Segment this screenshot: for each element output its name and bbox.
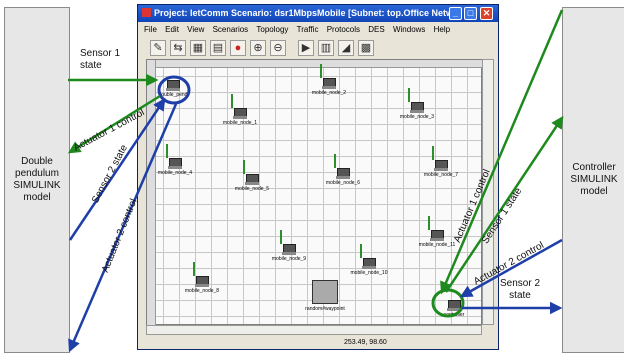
laptop-icon	[193, 262, 209, 287]
double-pendulum-label: Double pendulum SIMULINK model	[13, 156, 61, 203]
label-actuator-2-control-left: Actuator 2 control	[100, 197, 140, 275]
window-title: Project: letComm Scenario: dsr1MbpsMobil…	[154, 8, 461, 18]
node-label: mobile_node_9	[271, 256, 307, 262]
toolbar: ✎ ⇆ ▦ ▤ ● ⊕ ⊖ ▶ ▥ ◢ ▩	[138, 37, 498, 59]
check-links-icon[interactable]: ⇆	[170, 40, 186, 56]
mobile-node[interactable]: mobile_node_4	[150, 144, 200, 176]
status-bar: 253.49, 98.60	[138, 337, 498, 349]
laptop-icon	[166, 80, 180, 91]
node-label: mobile_node_10	[350, 270, 388, 276]
laptop-icon	[428, 216, 444, 241]
maximize-button[interactable]: □	[464, 7, 477, 20]
open-palette-icon[interactable]: ✎	[150, 40, 166, 56]
return-to-parent-icon[interactable]: ●	[230, 40, 246, 56]
node-label: mobile_node_4	[157, 170, 193, 176]
label-sensor-1-state-left: Sensor 1 state	[80, 48, 121, 71]
horizontal-ruler	[147, 60, 483, 68]
graph-icon[interactable]: ◢	[338, 40, 354, 56]
node-label: mobile_node_2	[311, 90, 347, 96]
laptop-icon	[231, 94, 247, 119]
laptop-icon	[334, 154, 350, 179]
double-pendulum-block: Double pendulum SIMULINK model	[4, 7, 70, 353]
mobile-node[interactable]: mobile_node_6	[318, 154, 368, 186]
vertical-ruler	[147, 60, 156, 326]
zoom-out-icon[interactable]: ⊖	[270, 40, 286, 56]
menu-traffic[interactable]: Traffic	[297, 25, 319, 34]
label-actuator-1-control-left: Actuator 1 control	[72, 107, 147, 154]
fail-node-icon[interactable]: ▦	[190, 40, 206, 56]
laptop-icon	[432, 146, 448, 171]
node-label: mobile_node_1	[222, 120, 258, 126]
menu-edit[interactable]: Edit	[165, 25, 179, 34]
node-label: mobile_node_8	[184, 288, 220, 294]
menu-windows[interactable]: Windows	[393, 25, 425, 34]
mobile-node[interactable]: mobile_node_8	[177, 262, 227, 294]
laptop-icon	[447, 300, 461, 311]
laptop-icon	[243, 160, 259, 185]
node-label: mobile_node_3	[399, 114, 435, 120]
node-label: mobile_node_6	[325, 180, 361, 186]
coordinate-readout: 253.49, 98.60	[344, 339, 387, 346]
menu-help[interactable]: Help	[434, 25, 450, 34]
window-title-bar[interactable]: Project: letComm Scenario: dsr1MbpsMobil…	[138, 5, 498, 22]
controller-label: Controller SIMULINK model	[570, 162, 618, 197]
menu-bar: File Edit View Scenarios Topology Traffi…	[138, 23, 498, 36]
random-waypoint-object[interactable]	[312, 280, 338, 304]
laptop-icon	[408, 88, 424, 113]
label-sensor-2-state-right: Sensor 2 state	[500, 278, 541, 301]
controller-node[interactable]: controller	[429, 300, 479, 318]
configure-simulation-icon[interactable]: ▶	[298, 40, 314, 56]
laptop-icon	[320, 64, 336, 89]
web-report-icon[interactable]: ▩	[358, 40, 374, 56]
minimize-button[interactable]: _	[449, 7, 462, 20]
close-button[interactable]: ✕	[480, 7, 493, 20]
topology-canvas[interactable]: mobile_node_2 mobile_node_3 mobile_node_…	[146, 59, 483, 326]
mobile-node[interactable]: mobile_node_7	[416, 146, 466, 178]
menu-view[interactable]: View	[187, 25, 204, 34]
node-label: mobile_node_11	[418, 242, 456, 248]
controller-block: Controller SIMULINK model	[562, 7, 624, 353]
random-waypoint-label: random#waypoint	[305, 306, 345, 312]
node-label: mobile_node_5	[234, 186, 270, 192]
mobile-node[interactable]: mobile_node_1	[215, 94, 265, 126]
zoom-in-icon[interactable]: ⊕	[250, 40, 266, 56]
label-sensor-2-state-left: Sensor 2 state	[90, 143, 130, 206]
menu-file[interactable]: File	[144, 25, 157, 34]
app-icon	[142, 8, 151, 17]
menu-topology[interactable]: Topology	[256, 25, 288, 34]
double-pendulum-node[interactable]: double_pend	[148, 80, 198, 98]
view-results-icon[interactable]: ▥	[318, 40, 334, 56]
laptop-icon	[360, 244, 376, 269]
laptop-icon	[280, 230, 296, 255]
horizontal-scrollbar[interactable]	[146, 325, 482, 335]
mobile-node[interactable]: mobile_node_2	[304, 64, 354, 96]
mobile-node[interactable]: mobile_node_3	[392, 88, 442, 120]
node-label: controller	[443, 312, 465, 318]
mobile-node[interactable]: mobile_node_9	[264, 230, 314, 262]
mobile-node[interactable]: mobile_node_10	[344, 244, 394, 276]
mobile-node[interactable]: mobile_node_5	[227, 160, 277, 192]
laptop-icon	[166, 144, 182, 169]
recover-node-icon[interactable]: ▤	[210, 40, 226, 56]
menu-scenarios[interactable]: Scenarios	[213, 25, 249, 34]
node-label: mobile_node_7	[423, 172, 459, 178]
menu-des[interactable]: DES	[368, 25, 384, 34]
node-label: double_pend	[158, 92, 188, 98]
network-simulator-window: Project: letComm Scenario: dsr1MbpsMobil…	[137, 4, 499, 350]
menu-protocols[interactable]: Protocols	[327, 25, 360, 34]
